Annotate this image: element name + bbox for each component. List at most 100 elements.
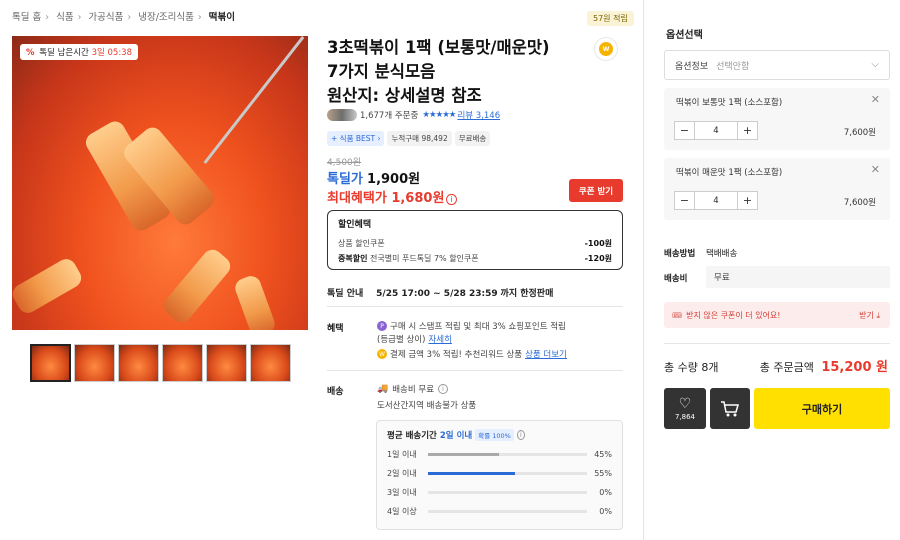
- coin-icon: W: [599, 42, 613, 56]
- delivery-row-label: 4일 이상: [387, 507, 417, 516]
- breadcrumb-item-current[interactable]: 떡볶이: [209, 12, 235, 23]
- total-amount-value: 15,200 원: [821, 360, 888, 375]
- benefit-row-stamp-sub: (등급별 상이) 자세히: [377, 333, 452, 345]
- delivery-title: 평균 배송기간: [387, 431, 437, 441]
- plus-button[interactable]: +: [738, 192, 757, 209]
- chevron-right-icon: ›: [197, 12, 202, 23]
- breadcrumb-item-food[interactable]: 식품: [56, 12, 73, 23]
- coupon-get-label: 받기: [859, 311, 874, 320]
- review-link[interactable]: 리뷰 3,146: [457, 109, 500, 121]
- shipping-method-value: 택배배송: [705, 249, 738, 259]
- divider: [327, 370, 623, 371]
- delivery-bar-fill: [427, 453, 500, 456]
- thumbnail-2[interactable]: [74, 344, 115, 382]
- cart-button[interactable]: [710, 388, 750, 429]
- max-benefit-price: 최대혜택가 1,680원 i: [327, 187, 457, 206]
- deal-info-range: 5/25 17:00 ~ 5/28 23:59: [376, 289, 498, 299]
- deal-timer-badge: % 톡딜 남은시간 3일 05:38: [20, 44, 138, 60]
- coupon-button[interactable]: 쿠폰 받기: [569, 179, 623, 202]
- delivery-row-label: 3일 이내: [387, 488, 417, 497]
- total-quantity: 총 수량 8개: [664, 361, 719, 374]
- deal-price-value: 1,900원: [367, 172, 421, 187]
- minus-button[interactable]: −: [675, 122, 694, 139]
- quantity-stepper: − 4 +: [674, 121, 758, 140]
- chevron-right-icon: ›: [77, 12, 82, 23]
- like-button[interactable]: ♡ 7,864: [664, 388, 706, 429]
- plus-button[interactable]: +: [738, 122, 757, 139]
- shipping-method: 배송방법 택배배송: [664, 247, 737, 259]
- rating-row: 1,677개 주문중 ★★★★★ 리뷰 3,146: [327, 109, 500, 121]
- info-icon[interactable]: i: [516, 430, 525, 440]
- delivery-probability-pill: 확률 100%: [475, 429, 514, 441]
- percent-icon: %: [26, 48, 35, 58]
- info-icon[interactable]: i: [446, 194, 457, 205]
- thumbnail-4[interactable]: [162, 344, 203, 382]
- tteok-image-part: [232, 273, 278, 330]
- order-count: 1,677개 주문중: [360, 111, 419, 121]
- delivery-bar: [427, 491, 587, 494]
- buy-button[interactable]: 구매하기: [754, 388, 890, 429]
- coupon-get-link[interactable]: 받기 ⤓: [859, 310, 880, 321]
- star-rating-icon: ★★★★★: [422, 110, 456, 120]
- shipping-note: 도서산간지역 배송불가 상품: [377, 401, 477, 411]
- shipping-method-label: 배송방법: [664, 249, 696, 259]
- option-dropdown[interactable]: 옵션정보 선택안함 ⌵: [664, 50, 890, 80]
- shipping-fee-row: 🚚 배송비 무료 i: [377, 383, 448, 395]
- reward-coin-button[interactable]: W: [594, 37, 618, 61]
- deal-price-label: 톡딜가: [327, 172, 363, 187]
- delivery-row-pct: 55%: [594, 469, 612, 478]
- thumbnail-1[interactable]: [30, 344, 71, 382]
- reward-icon: W: [377, 349, 387, 359]
- deal-info-label: 톡딜 안내: [327, 289, 364, 299]
- delivery-bar: [427, 472, 587, 475]
- delivery-stats-box: 평균 배송기간 2일 이내 확률 100% i 1일 이내 45% 2일 이내 …: [376, 420, 623, 530]
- discount-box: 할인혜택 상품 할인쿠폰 -100원 중복할인 전국별미 푸드톡딜 7% 할인쿠…: [327, 210, 623, 270]
- quantity-input[interactable]: 4: [694, 192, 738, 209]
- details-link[interactable]: 자세히: [428, 333, 451, 345]
- discount-amount: -120원: [584, 254, 612, 263]
- benefit-text: 구매 시 스탬프 적립 및 최대 3% 쇼핑포인트 적립: [390, 322, 566, 332]
- delivery-row: 3일 이내 0%: [387, 487, 612, 498]
- option-select-title: 옵션선택: [666, 30, 703, 41]
- chevron-right-icon: ›: [127, 12, 132, 23]
- selected-option-card: 떡볶이 보통맛 1팩 (소스포함) ✕ − 4 + 7,600원: [664, 88, 890, 150]
- delivery-bar-fill: [427, 472, 516, 475]
- timer-days: 3일: [91, 48, 105, 58]
- breadcrumb-item-chilled[interactable]: 냉장/조리식품: [138, 12, 194, 23]
- delivery-bar: [427, 510, 587, 513]
- cart-icon: [721, 400, 739, 416]
- breadcrumb-item-processed[interactable]: 가공식품: [88, 12, 123, 23]
- unclaimed-coupon-banner[interactable]: 🎟 받지 않은 쿠폰이 더 있어요! 받기 ⤓: [664, 302, 890, 328]
- minus-button[interactable]: −: [675, 192, 694, 209]
- benefit-row-stamp: P 구매 시 스탬프 적립 및 최대 3% 쇼핑포인트 적립: [377, 320, 566, 332]
- tteok-image-part: [159, 245, 235, 327]
- breadcrumb-item-home[interactable]: 톡딜 홈: [12, 12, 41, 23]
- tag-cumulative: 누적구매 98,492: [387, 131, 452, 146]
- option-dropdown-label: 옵션정보: [675, 61, 709, 72]
- like-count: 7,864: [674, 412, 696, 421]
- more-products-link[interactable]: 상품 더보기: [525, 348, 567, 360]
- info-icon[interactable]: i: [438, 384, 448, 394]
- benefit-row-reward: W 결제 금액 3% 적립! 추천리워드 상품 상품 더보기: [377, 348, 567, 360]
- delivery-row-pct: 0%: [599, 507, 612, 516]
- thumbnail-3[interactable]: [118, 344, 159, 382]
- delivery-row-pct: 45%: [594, 450, 612, 459]
- chevron-down-icon: ⌵: [871, 59, 879, 70]
- thumbnail-6[interactable]: [250, 344, 291, 382]
- discount-row: 상품 할인쿠폰 -100원: [338, 238, 612, 249]
- shipping-fee-text: 배송비 무료: [392, 385, 435, 395]
- thumbnail-5[interactable]: [206, 344, 247, 382]
- shipping-label: 배송: [327, 387, 344, 397]
- product-title: 3초떡볶이 1팩 (보통맛/매운맛) 7가지 분식모음 원산지: 상세설명 참조: [327, 36, 582, 108]
- selected-option-card: 떡볶이 매운맛 1팩 (소스포함) ✕ − 4 + 7,600원: [664, 158, 890, 220]
- discount-amount: -100원: [584, 239, 612, 248]
- tag-food-best[interactable]: + 식품 BEST ›: [327, 131, 385, 146]
- close-icon[interactable]: ✕: [871, 163, 880, 176]
- quantity-input[interactable]: 4: [694, 122, 738, 139]
- delivery-row-label: 2일 이내: [387, 469, 417, 478]
- title-line: 7가지 분식모음: [327, 62, 436, 81]
- close-icon[interactable]: ✕: [871, 93, 880, 106]
- product-tags: + 식품 BEST › 누적구매 98,492 무료배송: [327, 131, 491, 146]
- tag-label: 식품 BEST: [339, 134, 376, 143]
- product-main-image[interactable]: % 톡딜 남은시간 3일 05:38: [12, 36, 308, 330]
